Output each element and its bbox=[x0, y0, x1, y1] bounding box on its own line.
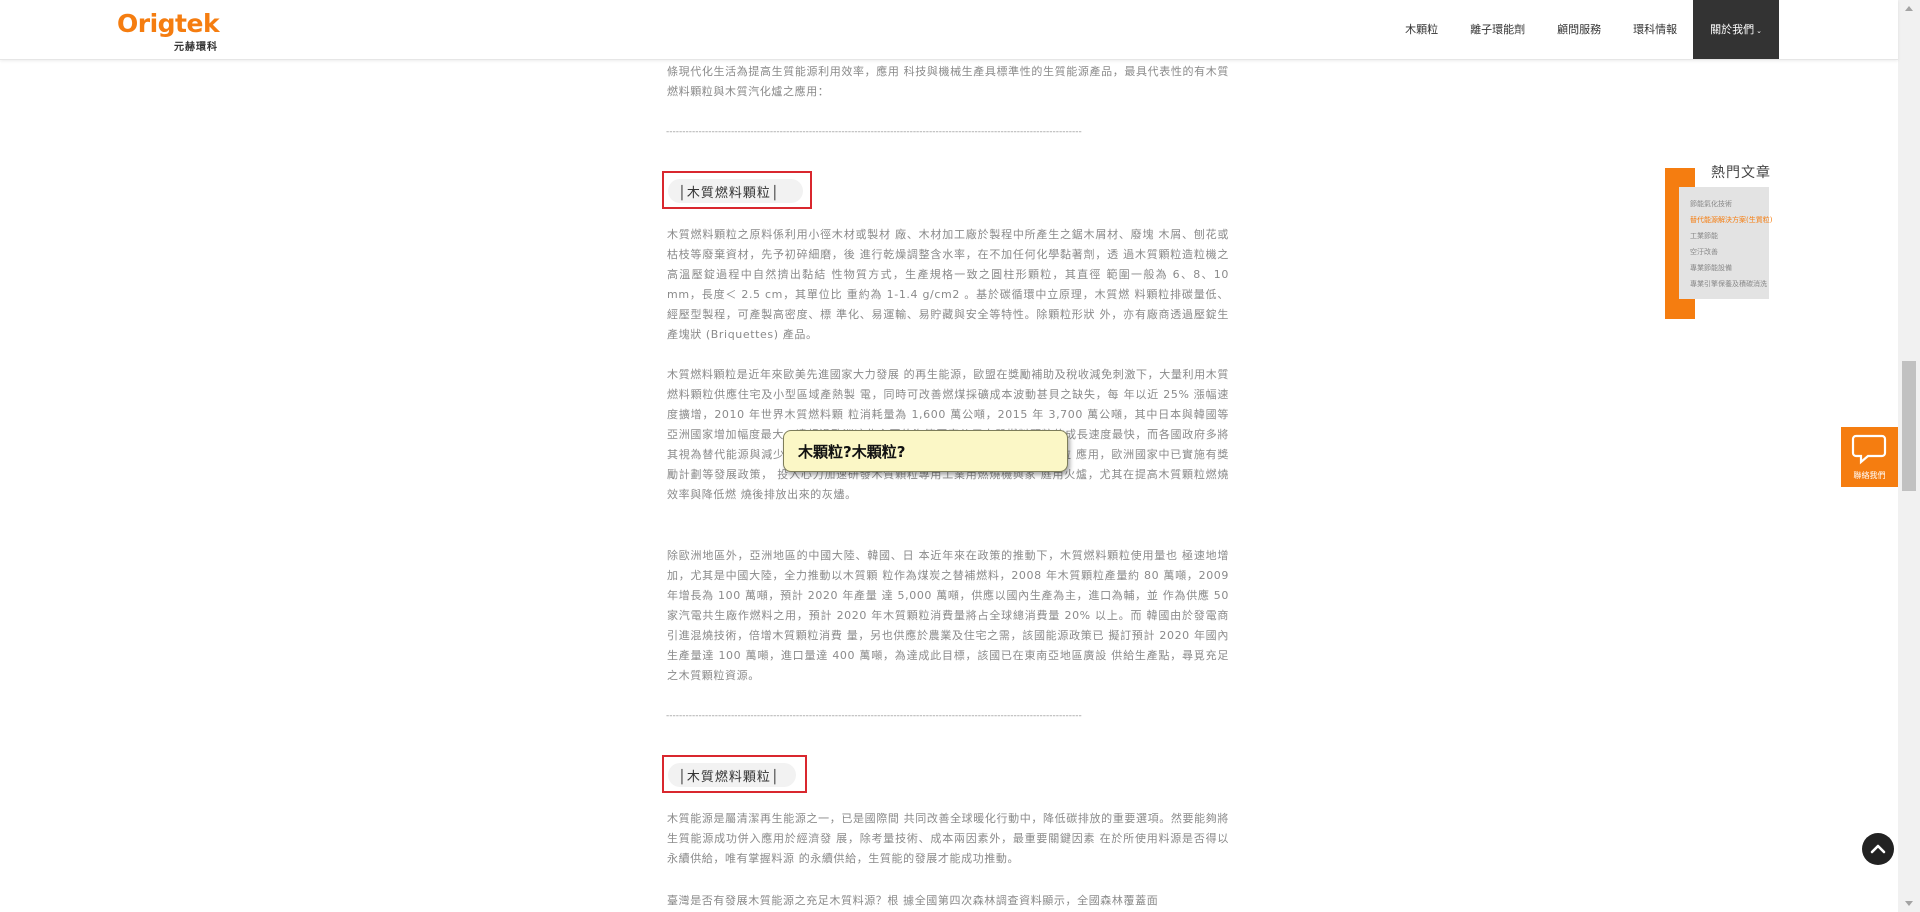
section-heading-label: 木質燃料顆粒 bbox=[686, 186, 771, 201]
nav-item-news[interactable]: 環科情報 bbox=[1617, 0, 1693, 59]
scroll-down-arrow-icon[interactable] bbox=[1898, 895, 1920, 912]
divider: ----------------------------------------… bbox=[666, 711, 1082, 721]
nav-item-consulting[interactable]: 顧問服務 bbox=[1541, 0, 1617, 59]
popular-title: 熱門文章 bbox=[1711, 165, 1771, 181]
section-heading: │木質燃料顆粒│ bbox=[678, 186, 780, 201]
back-to-top-button[interactable] bbox=[1862, 833, 1894, 865]
section2-paragraph-1: 木質能源是屬清潔再生能源之一，已是國際間 共同改善全球暖化行動中，降低碳排放的重… bbox=[667, 812, 1229, 865]
tooltip: 木顆粒?木顆粒? bbox=[783, 430, 1068, 472]
chevron-up-icon bbox=[1870, 844, 1886, 854]
tooltip-text: 木顆粒?木顆粒? bbox=[798, 443, 906, 461]
popular-list: 節能氣化技術 替代能源解決方案(生質粒) 工業節能 空汙改善 專業節能設備 專業… bbox=[1690, 196, 1772, 292]
site-header: Origtek 元赫環科 木顆粒 離子環能劑 顧問服務 環科情報 關於我們 ⌄ bbox=[0, 0, 1898, 60]
main-nav: 木顆粒 離子環能劑 顧問服務 環科情報 關於我們 ⌄ bbox=[1389, 0, 1779, 59]
chevron-down-icon: ⌄ bbox=[1756, 27, 1762, 35]
popular-item-hot[interactable]: 替代能源解決方案(生質粒) bbox=[1690, 212, 1772, 228]
nav-item-ion-energy[interactable]: 離子環能劑 bbox=[1454, 0, 1541, 59]
popular-item[interactable]: 節能氣化技術 bbox=[1690, 196, 1772, 212]
logo[interactable]: Origtek 元赫環科 bbox=[117, 9, 229, 53]
page-scrollbar[interactable] bbox=[1898, 0, 1920, 912]
scroll-up-arrow-icon[interactable] bbox=[1898, 0, 1920, 17]
logo-subtext: 元赫環科 bbox=[174, 42, 218, 53]
popular-item[interactable]: 工業節能 bbox=[1690, 228, 1772, 244]
section1-paragraph-1: 木質燃料顆粒之原料係利用小徑木材或製材 廠、木材加工廠於製程中所產生之鋸木屑材、… bbox=[667, 228, 1229, 341]
popular-item[interactable]: 專業引擎保養及積碳消洗 bbox=[1690, 276, 1772, 292]
intro-paragraph: 條現代化生活為提高生質能源利用效率，應用 科技與機械生產具標準性的生質能源產品，… bbox=[667, 65, 1229, 98]
contact-label: 聯絡我們 bbox=[1853, 471, 1886, 480]
nav-item-about-label: 關於我們 bbox=[1710, 23, 1755, 36]
nav-item-about[interactable]: 關於我們 ⌄ bbox=[1693, 0, 1779, 59]
divider: ----------------------------------------… bbox=[666, 127, 1082, 137]
popular-articles: 熱門文章 節能氣化技術 替代能源解決方案(生質粒) 工業節能 空汙改善 專業節能… bbox=[1665, 160, 1805, 320]
popular-item[interactable]: 空汙改善 bbox=[1690, 244, 1772, 260]
section-heading-frame: │木質燃料顆粒│ bbox=[662, 755, 807, 793]
section1-paragraph-3: 除歐洲地區外，亞洲地區的中國大陸、韓國、日 本近年來在政策的推動下，木質燃料顆粒… bbox=[667, 549, 1229, 682]
section-heading: │木質燃料顆粒│ bbox=[678, 770, 780, 785]
scrollbar-thumb[interactable] bbox=[1902, 361, 1916, 491]
popular-item[interactable]: 專業節能設備 bbox=[1690, 260, 1772, 276]
section2-paragraph-2: 臺灣是否有發展木質能源之充足木質料源？根 據全國第四次森林調查資料顯示，全國森林… bbox=[667, 894, 1159, 907]
section-heading-frame: │木質燃料顆粒│ bbox=[662, 171, 812, 209]
section-heading-label: 木質燃料顆粒 bbox=[686, 770, 771, 785]
nav-item-wood-pellet[interactable]: 木顆粒 bbox=[1389, 0, 1454, 59]
chat-bubble-icon bbox=[1851, 434, 1887, 465]
contact-button[interactable]: 聯絡我們 bbox=[1841, 427, 1898, 487]
logo-wordmark: Origtek bbox=[117, 9, 220, 38]
